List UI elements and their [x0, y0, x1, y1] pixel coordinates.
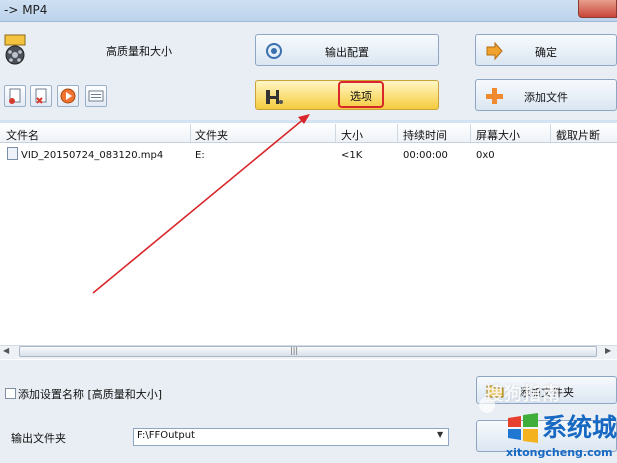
ok-button[interactable]: 确定 — [475, 34, 617, 66]
column-header-filename[interactable]: 文件名 — [6, 127, 39, 143]
row-folder: E: — [195, 150, 205, 161]
column-divider[interactable] — [190, 124, 191, 142]
window-title: -> MP4 — [4, 3, 48, 17]
close-window-button[interactable] — [578, 0, 617, 18]
output-folder-label: 输出文件夹 — [11, 432, 66, 445]
xitongcheng-watermark-url: xitongcheng.com — [506, 446, 613, 459]
info-icon[interactable] — [85, 85, 107, 107]
play-icon[interactable] — [57, 85, 79, 107]
column-divider[interactable] — [550, 124, 551, 142]
add-file-label: 添加文件 — [524, 91, 568, 104]
title-bar — [0, 0, 617, 22]
column-divider[interactable] — [397, 124, 398, 142]
row-filename[interactable]: VID_20150724_083120.mp4 — [21, 150, 163, 161]
scrollbar-grip-icon: ||| — [290, 346, 299, 355]
add-setting-name-label[interactable]: 添加设置名称 [高质量和大小] — [18, 386, 162, 402]
sogou-watermark: 搜狗指南 — [485, 384, 561, 405]
output-folder-value: F:\FFOutput — [137, 430, 195, 441]
column-header-size[interactable]: 大小 — [341, 127, 363, 143]
row-duration: 00:00:00 — [403, 150, 448, 161]
scroll-right-arrow-icon[interactable]: ▶ — [605, 346, 611, 355]
column-header-clip[interactable]: 截取片断 — [556, 127, 600, 143]
column-divider[interactable] — [335, 124, 336, 142]
file-list-header — [0, 123, 617, 143]
video-file-icon — [7, 147, 18, 160]
output-config-button[interactable]: 输出配置 — [255, 34, 439, 66]
windows-logo-icon — [505, 410, 541, 446]
column-divider[interactable] — [470, 124, 471, 142]
row-size: <1K — [341, 150, 363, 161]
scrollbar-thumb[interactable] — [19, 346, 597, 357]
chevron-down-icon[interactable]: ▼ — [437, 430, 443, 439]
scroll-left-arrow-icon[interactable]: ◀ — [3, 346, 9, 355]
options-highlight-box — [338, 81, 384, 108]
ok-label: 确定 — [535, 46, 557, 59]
output-config-label: 输出配置 — [325, 46, 369, 59]
add-file-button[interactable]: 添加文件 — [475, 79, 617, 111]
film-reel-icon — [3, 33, 29, 67]
film-options-icon — [264, 87, 284, 107]
row-screen-size: 0x0 — [476, 150, 495, 161]
column-header-duration[interactable]: 持续时间 — [403, 127, 447, 143]
remove-item-icon[interactable] — [30, 85, 52, 107]
column-header-screen-size[interactable]: 屏幕大小 — [476, 127, 520, 143]
add-setting-name-checkbox[interactable] — [5, 388, 16, 399]
xitongcheng-watermark-text: 系统城 — [542, 413, 617, 442]
profile-quality-label: 高质量和大小 — [106, 45, 172, 58]
column-header-folder[interactable]: 文件夹 — [195, 127, 228, 143]
clear-list-icon[interactable] — [4, 85, 26, 107]
